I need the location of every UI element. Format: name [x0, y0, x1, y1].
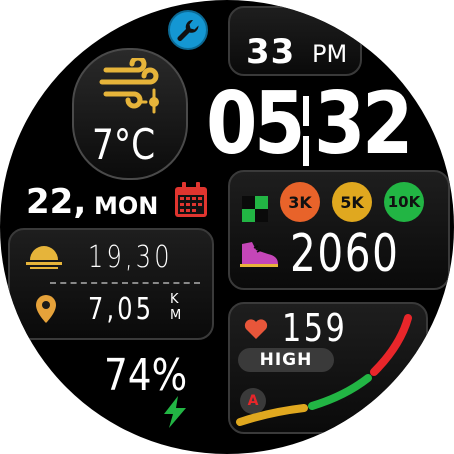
sun-value: 19,30	[88, 240, 173, 275]
ampm-label: PM	[312, 40, 348, 68]
date-display: 22, MON	[26, 182, 216, 224]
time-display: 05 32	[206, 74, 416, 174]
steps-badge-5k-label: 5K	[340, 192, 364, 212]
seconds-panel: 33 PM	[228, 6, 362, 76]
distance-value: 7,05	[88, 292, 155, 327]
steps-count: 2060	[290, 224, 400, 284]
heart-rate-panel[interactable]: 159 HIGH A	[228, 302, 428, 434]
windy-sun-icon	[99, 58, 159, 114]
distance-unit-top: K	[170, 292, 179, 307]
steps-badge-10k: 10K	[384, 182, 424, 222]
watch-face: 33 PM 05 32 7°C 22, MON 19,30 7,05 K M 3…	[0, 0, 454, 454]
calendar-icon	[175, 182, 207, 217]
sun-distance-panel[interactable]: 19,30 7,05 K M	[8, 228, 214, 340]
wrench-icon	[177, 19, 199, 42]
time-colon	[303, 96, 309, 166]
sunrise-icon	[26, 246, 62, 269]
settings-button[interactable]	[168, 10, 208, 50]
steps-badge-10k-label: 10K	[387, 193, 421, 211]
distance-unit-bottom: M	[170, 308, 182, 323]
time-hours: 05	[206, 74, 305, 174]
date-day: 22,	[26, 182, 87, 222]
location-pin-icon	[36, 295, 56, 323]
date-weekday: MON	[94, 192, 159, 220]
checkered-flag-icon	[242, 196, 268, 222]
steps-badge-5k: 5K	[332, 182, 372, 222]
weather-widget[interactable]: 7°C	[72, 48, 188, 180]
battery-percent: 74%	[104, 350, 188, 401]
battery-widget: 74%	[104, 350, 214, 430]
divider	[50, 282, 200, 284]
temperature-value: 7°C	[92, 120, 156, 169]
steps-badge-3k: 3K	[280, 182, 320, 222]
steps-badge-3k-label: 3K	[288, 192, 312, 212]
shoe-icon	[240, 242, 278, 267]
steps-panel[interactable]: 3K 5K 10K 2060	[228, 170, 450, 290]
seconds-value: 33	[246, 32, 296, 72]
heart-zone-arc	[236, 314, 412, 426]
lightning-icon	[164, 396, 186, 428]
time-minutes: 32	[314, 74, 413, 174]
